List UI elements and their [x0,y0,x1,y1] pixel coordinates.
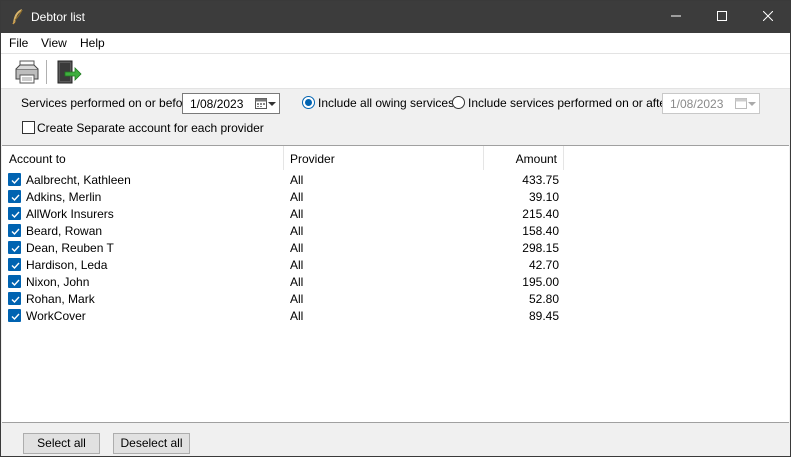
list-item[interactable]: WorkCover All 89.45 [2,307,789,324]
menu-view[interactable]: View [41,36,67,50]
row-checkbox[interactable] [8,190,21,203]
column-header-label: Amount [515,152,557,166]
row-checkbox[interactable] [8,309,21,322]
maximize-button[interactable] [699,1,745,33]
calendar-icon [255,98,267,109]
exit-door-icon [55,60,83,88]
exit-button[interactable] [55,59,83,85]
column-header-provider[interactable]: Provider [284,146,484,170]
list-item[interactable]: AllWork Insurers All 215.40 [2,205,789,222]
close-button[interactable] [745,1,791,33]
include-after-radio[interactable] [452,96,465,109]
services-after-date-value: 1/08/2023 [670,97,724,111]
account-name: Hardison, Leda [26,258,108,272]
include-all-radio[interactable] [302,96,315,109]
list-item[interactable]: Rohan, Mark All 52.80 [2,290,789,307]
provider-value: All [290,258,304,272]
separate-account-checkbox[interactable] [22,121,35,134]
select-all-button[interactable]: Select all [23,433,100,454]
account-name: Dean, Reuben T [26,241,114,255]
row-checkbox[interactable] [8,173,21,186]
provider-value: All [290,309,304,323]
amount-value: 52.80 [528,292,559,306]
amount-value: 433.75 [522,173,559,187]
provider-value: All [290,292,304,306]
menu-help[interactable]: Help [80,36,105,50]
column-header-account[interactable]: Account to [2,146,284,170]
account-name: Rohan, Mark [26,292,95,306]
menu-file[interactable]: File [9,36,28,50]
account-name: AllWork Insurers [26,207,114,221]
separate-account-label: Create Separate account for each provide… [37,121,264,135]
debtor-list-view: Account to Provider Amount Aalbrecht, Ka… [2,145,789,423]
account-name: Aalbrecht, Kathleen [26,173,131,187]
list-item[interactable]: Dean, Reuben T All 298.15 [2,239,789,256]
window-title: Debtor list [31,10,86,24]
provider-value: All [290,173,304,187]
provider-value: All [290,241,304,255]
provider-value: All [290,275,304,289]
account-name: Nixon, John [26,275,90,289]
services-before-date-picker[interactable]: 1/08/2023 [182,93,280,114]
close-icon [762,10,774,24]
row-checkbox[interactable] [8,224,21,237]
feather-quill-icon [11,9,25,25]
list-item[interactable]: Adkins, Merlin All 39.10 [2,188,789,205]
amount-value: 158.40 [522,224,559,238]
minimize-icon [671,10,681,24]
services-before-date-value: 1/08/2023 [190,97,244,111]
account-name: WorkCover [26,309,86,323]
row-checkbox[interactable] [8,292,21,305]
amount-value: 39.10 [528,190,559,204]
maximize-icon [717,10,727,24]
chevron-down-icon [268,102,276,106]
account-name: Adkins, Merlin [26,190,102,204]
print-button[interactable] [13,59,41,85]
list-item[interactable]: Aalbrecht, Kathleen All 433.75 [2,171,789,188]
account-name: Beard, Rowan [26,224,103,238]
column-header-amount[interactable]: Amount [484,146,564,170]
row-checkbox[interactable] [8,275,21,288]
toolbar-separator [46,60,47,84]
amount-value: 89.45 [528,309,559,323]
toolbar [1,53,790,89]
calendar-icon [735,98,747,109]
amount-value: 42.70 [528,258,559,272]
minimize-button[interactable] [653,1,699,33]
list-item[interactable]: Beard, Rowan All 158.40 [2,222,789,239]
chevron-down-icon [748,102,756,106]
deselect-all-button[interactable]: Deselect all [113,433,190,454]
row-checkbox[interactable] [8,241,21,254]
provider-value: All [290,190,304,204]
amount-value: 215.40 [522,207,559,221]
column-header-label: Provider [290,152,335,166]
provider-value: All [290,207,304,221]
list-item[interactable]: Hardison, Leda All 42.70 [2,256,789,273]
printer-icon [13,60,41,88]
services-after-date-picker[interactable]: 1/08/2023 [662,93,760,114]
amount-value: 298.15 [522,241,559,255]
include-after-label: Include services performed on or after [468,96,671,110]
column-header-label: Account to [9,152,66,166]
row-checkbox[interactable] [8,258,21,271]
list-header: Account to Provider Amount [2,146,789,170]
provider-value: All [290,224,304,238]
title-bar: Debtor list [1,1,790,33]
list-item[interactable]: Nixon, John All 195.00 [2,273,789,290]
row-checkbox[interactable] [8,207,21,220]
menu-bar: File View Help [1,33,790,53]
amount-value: 195.00 [522,275,559,289]
services-before-label: Services performed on or before: [21,96,197,110]
include-all-label: Include all owing services [318,96,455,110]
debtor-list-window: Debtor list File View Help Services perf… [0,0,791,457]
